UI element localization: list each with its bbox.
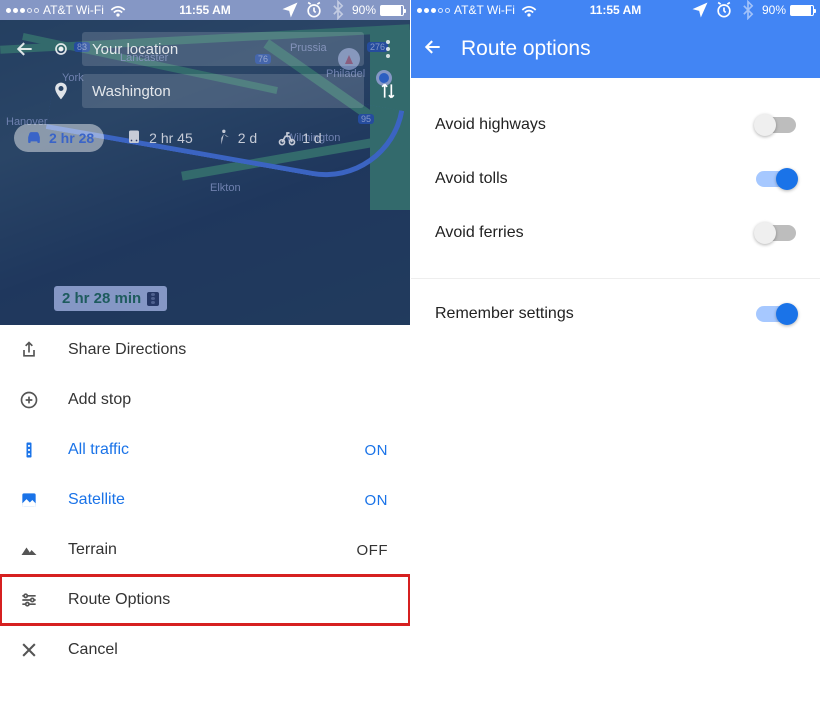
avoid-highways-label: Avoid highways	[435, 116, 546, 134]
destination-pin-icon	[46, 81, 76, 101]
battery-icon	[790, 5, 814, 16]
terrain-label: Terrain	[68, 541, 117, 559]
mode-car-time: 2 hr 28	[49, 130, 94, 146]
mode-bike-time: 1 d	[302, 130, 321, 146]
status-bar: AT&T Wi-Fi 11:55 AM 90%	[411, 0, 820, 20]
route-options-label: Route Options	[68, 591, 170, 609]
travel-modes: 2 hr 28 2 hr 45 2 d 1 d	[0, 112, 410, 162]
route-options-header: Route options	[411, 20, 820, 78]
remember-settings-label: Remember settings	[435, 305, 574, 323]
add-stop-label: Add stop	[68, 391, 131, 409]
sliders-icon	[18, 590, 40, 610]
route-time-bubble[interactable]: 2 hr 28 min	[54, 286, 167, 311]
status-bar: AT&T Wi-Fi 11:55 AM 90%	[0, 0, 410, 20]
route-options[interactable]: Route Options	[0, 575, 410, 625]
terrain[interactable]: Terrain OFF	[0, 525, 410, 575]
avoid-highways-row[interactable]: Avoid highways	[411, 98, 820, 152]
satellite-label: Satellite	[68, 491, 125, 509]
add-stop[interactable]: Add stop	[0, 375, 410, 425]
from-field[interactable]: Your location	[82, 32, 364, 66]
clock-label: 11:55 AM	[0, 3, 410, 17]
satellite-icon	[18, 490, 40, 510]
swap-button[interactable]	[376, 81, 400, 101]
traffic-icon	[18, 440, 40, 460]
map-label: Elkton	[210, 182, 241, 194]
clock-label: 11:55 AM	[411, 3, 820, 17]
back-arrow-icon[interactable]	[423, 37, 443, 62]
traffic-label: All traffic	[68, 441, 129, 459]
separator	[411, 278, 820, 279]
mode-walk[interactable]: 2 d	[213, 128, 257, 148]
avoid-ferries-label: Avoid ferries	[435, 224, 524, 242]
battery-icon	[380, 5, 404, 16]
more-menu-button[interactable]	[376, 40, 400, 58]
share-label: Share Directions	[68, 341, 186, 359]
all-traffic[interactable]: All traffic ON	[0, 425, 410, 475]
traffic-state: ON	[365, 442, 389, 459]
route-time-text: 2 hr 28 min	[62, 290, 141, 307]
plus-circle-icon	[18, 390, 40, 410]
options-sheet: Share Directions Add stop All traffic ON…	[0, 325, 410, 711]
page-title: Route options	[461, 37, 591, 61]
cancel-label: Cancel	[68, 641, 118, 659]
terrain-state: OFF	[357, 542, 389, 559]
mode-bike[interactable]: 1 d	[277, 128, 321, 148]
origin-dot-icon	[46, 39, 76, 59]
close-icon	[18, 640, 40, 660]
cancel[interactable]: Cancel	[0, 625, 410, 675]
avoid-tolls-row[interactable]: Avoid tolls	[411, 152, 820, 206]
avoid-ferries-row[interactable]: Avoid ferries	[411, 206, 820, 260]
to-field[interactable]: Washington	[82, 74, 364, 108]
remember-settings-row[interactable]: Remember settings	[411, 287, 820, 341]
avoid-highways-toggle[interactable]	[756, 117, 796, 133]
satellite[interactable]: Satellite ON	[0, 475, 410, 525]
avoid-ferries-toggle[interactable]	[756, 225, 796, 241]
satellite-state: ON	[365, 492, 389, 509]
back-arrow-icon[interactable]	[10, 39, 40, 59]
share-icon	[18, 340, 40, 360]
mode-transit-time: 2 hr 45	[149, 130, 193, 146]
avoid-tolls-label: Avoid tolls	[435, 170, 508, 188]
mode-transit[interactable]: 2 hr 45	[124, 128, 193, 148]
terrain-icon	[18, 540, 40, 560]
mode-walk-time: 2 d	[238, 130, 257, 146]
remember-settings-toggle[interactable]	[756, 306, 796, 322]
avoid-tolls-toggle[interactable]	[756, 171, 796, 187]
mode-car[interactable]: 2 hr 28	[14, 124, 104, 152]
share-directions[interactable]: Share Directions	[0, 325, 410, 375]
traffic-light-icon	[147, 292, 159, 306]
